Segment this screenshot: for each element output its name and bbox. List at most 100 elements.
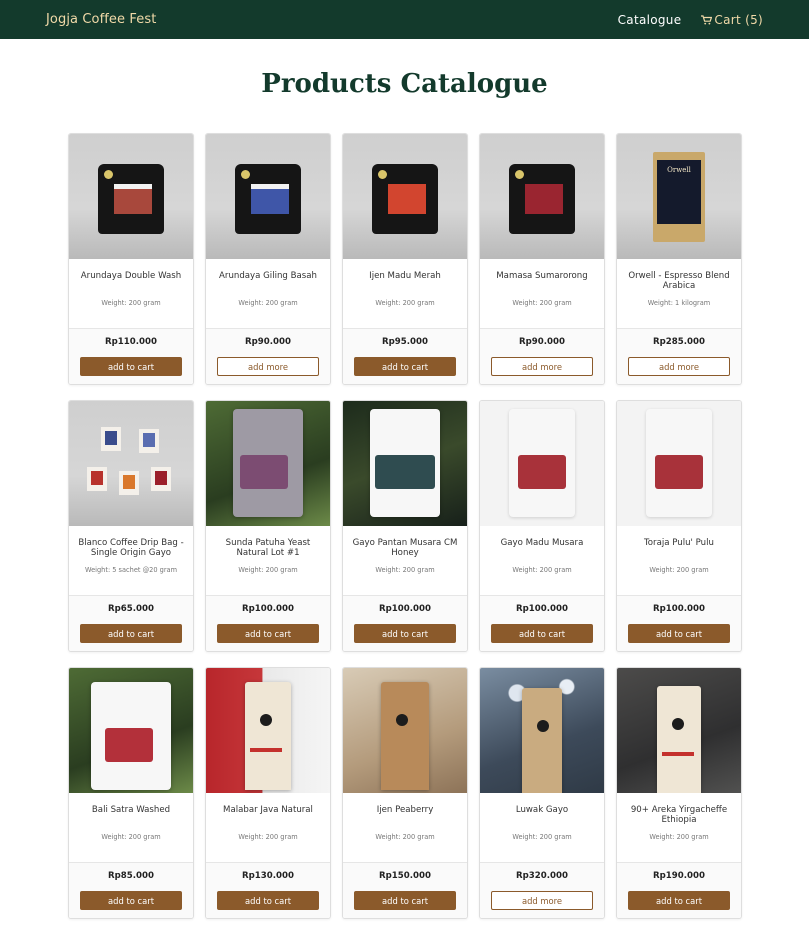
product-weight: Weight: 200 gram xyxy=(375,566,435,574)
add-to-cart-button[interactable]: add to cart xyxy=(354,624,456,643)
product-price: Rp90.000 xyxy=(245,337,291,347)
add-more-button[interactable]: add more xyxy=(628,357,730,376)
product-image[interactable] xyxy=(69,401,193,526)
product-name: Luwak Gayo xyxy=(515,805,569,815)
product-price: Rp90.000 xyxy=(519,337,565,347)
product-weight: Weight: 200 gram xyxy=(101,299,161,307)
product-price: Rp285.000 xyxy=(653,337,705,347)
add-to-cart-button[interactable]: add to cart xyxy=(628,624,730,643)
cart-label: Cart (5) xyxy=(714,12,763,27)
add-to-cart-button[interactable]: add to cart xyxy=(80,891,182,910)
product-name: Arundaya Giling Basah xyxy=(219,271,317,281)
product-name: Blanco Coffee Drip Bag - Single Origin G… xyxy=(78,538,184,558)
cart-icon xyxy=(701,14,713,25)
add-to-cart-button[interactable]: add to cart xyxy=(354,357,456,376)
product-weight: Weight: 200 gram xyxy=(238,833,298,841)
add-to-cart-button[interactable]: add to cart xyxy=(491,624,593,643)
add-to-cart-button[interactable]: add to cart xyxy=(80,357,182,376)
add-to-cart-button[interactable]: add to cart xyxy=(354,891,456,910)
add-to-cart-button[interactable]: add to cart xyxy=(80,624,182,643)
product-weight: Weight: 200 gram xyxy=(512,833,572,841)
product-name: 90+ Areka Yirgacheffe Ethiopia xyxy=(630,805,728,825)
product-card: Luwak Gayo Weight: 200 gram Rp320.000 add … xyxy=(479,667,605,919)
product-card: Sunda Patuha Yeast Natural Lot #1 Weight:… xyxy=(205,400,331,652)
product-weight: Weight: 200 gram xyxy=(375,299,435,307)
product-name: Orwell - Espresso Blend Arabica xyxy=(628,271,730,291)
navbar: Jogja Coffee Fest Catalogue Cart (5) xyxy=(0,0,809,39)
product-image[interactable] xyxy=(69,134,193,259)
add-to-cart-button[interactable]: add to cart xyxy=(217,891,319,910)
product-card: Mamasa Sumarorong Weight: 200 gram Rp90.0… xyxy=(479,133,605,385)
product-name: Gayo Pantan Musara CM Honey xyxy=(352,538,458,558)
product-image[interactable] xyxy=(480,401,604,526)
product-weight: Weight: 5 sachet @20 gram xyxy=(84,566,178,574)
product-price: Rp95.000 xyxy=(382,337,428,347)
brand-logo[interactable]: Jogja Coffee Fest xyxy=(46,12,156,27)
product-name: Bali Satra Washed xyxy=(91,805,171,815)
product-image[interactable] xyxy=(343,401,467,526)
product-price: Rp100.000 xyxy=(379,604,431,614)
package-label: Orwell xyxy=(667,166,691,174)
product-name: Arundaya Double Wash xyxy=(80,271,182,281)
product-weight: Weight: 200 gram xyxy=(649,566,709,574)
product-name: Ijen Madu Merah xyxy=(369,271,441,281)
product-grid: Arundaya Double Wash Weight: 200 gram Rp1… xyxy=(68,133,742,919)
nav-cart-link[interactable]: Cart (5) xyxy=(701,13,763,27)
product-price: Rp130.000 xyxy=(242,871,294,881)
add-to-cart-button[interactable]: add to cart xyxy=(217,624,319,643)
product-card: Gayo Madu Musara Weight: 200 gram Rp100.0… xyxy=(479,400,605,652)
product-image[interactable] xyxy=(480,134,604,259)
product-card: Ijen Madu Merah Weight: 200 gram Rp95.000… xyxy=(342,133,468,385)
add-more-button[interactable]: add more xyxy=(217,357,319,376)
product-price: Rp190.000 xyxy=(653,871,705,881)
product-card: Gayo Pantan Musara CM Honey Weight: 200 g… xyxy=(342,400,468,652)
product-weight: Weight: 200 gram xyxy=(649,833,709,841)
product-weight: Weight: 1 kilogram xyxy=(647,299,711,307)
product-image[interactable]: Orwell xyxy=(617,134,741,259)
product-price: Rp150.000 xyxy=(379,871,431,881)
nav-catalogue-link[interactable]: Catalogue xyxy=(618,13,682,27)
product-name: Toraja Pulu' Pulu xyxy=(644,538,714,548)
product-card: Arundaya Double Wash Weight: 200 gram Rp1… xyxy=(68,133,194,385)
product-name: Mamasa Sumarorong xyxy=(496,271,588,281)
add-to-cart-button[interactable]: add to cart xyxy=(628,891,730,910)
product-image[interactable] xyxy=(617,668,741,793)
product-card: Arundaya Giling Basah Weight: 200 gram Rp… xyxy=(205,133,331,385)
product-price: Rp85.000 xyxy=(108,871,154,881)
product-image[interactable] xyxy=(617,401,741,526)
product-card: Ijen Peaberry Weight: 200 gram Rp150.000 a… xyxy=(342,667,468,919)
product-image[interactable] xyxy=(206,668,330,793)
product-price: Rp110.000 xyxy=(105,337,157,347)
product-price: Rp320.000 xyxy=(516,871,568,881)
product-weight: Weight: 200 gram xyxy=(375,833,435,841)
page-title: Products Catalogue xyxy=(261,69,548,99)
product-weight: Weight: 200 gram xyxy=(512,299,572,307)
product-image[interactable] xyxy=(343,668,467,793)
product-card: Toraja Pulu' Pulu Weight: 200 gram Rp100.… xyxy=(616,400,742,652)
product-image[interactable] xyxy=(343,134,467,259)
product-price: Rp100.000 xyxy=(653,604,705,614)
product-price: Rp100.000 xyxy=(242,604,294,614)
product-weight: Weight: 200 gram xyxy=(101,833,161,841)
product-price: Rp100.000 xyxy=(516,604,568,614)
product-image[interactable] xyxy=(206,401,330,526)
product-card: Malabar Java Natural Weight: 200 gram Rp1… xyxy=(205,667,331,919)
product-weight: Weight: 200 gram xyxy=(238,566,298,574)
product-image[interactable] xyxy=(69,668,193,793)
product-name: Gayo Madu Musara xyxy=(500,538,584,548)
product-image[interactable] xyxy=(480,668,604,793)
product-card: Bali Satra Washed Weight: 200 gram Rp85.0… xyxy=(68,667,194,919)
product-card: Orwell Orwell - Espresso Blend Arabica We… xyxy=(616,133,742,385)
product-card: Blanco Coffee Drip Bag - Single Origin G… xyxy=(68,400,194,652)
product-weight: Weight: 200 gram xyxy=(238,299,298,307)
add-more-button[interactable]: add more xyxy=(491,891,593,910)
product-weight: Weight: 200 gram xyxy=(512,566,572,574)
nav-links: Catalogue Cart (5) xyxy=(618,13,763,27)
product-name: Ijen Peaberry xyxy=(376,805,434,815)
product-card: 90+ Areka Yirgacheffe Ethiopia Weight: 20… xyxy=(616,667,742,919)
product-price: Rp65.000 xyxy=(108,604,154,614)
product-name: Sunda Patuha Yeast Natural Lot #1 xyxy=(225,538,311,558)
product-image[interactable] xyxy=(206,134,330,259)
add-more-button[interactable]: add more xyxy=(491,357,593,376)
product-name: Malabar Java Natural xyxy=(223,805,313,815)
